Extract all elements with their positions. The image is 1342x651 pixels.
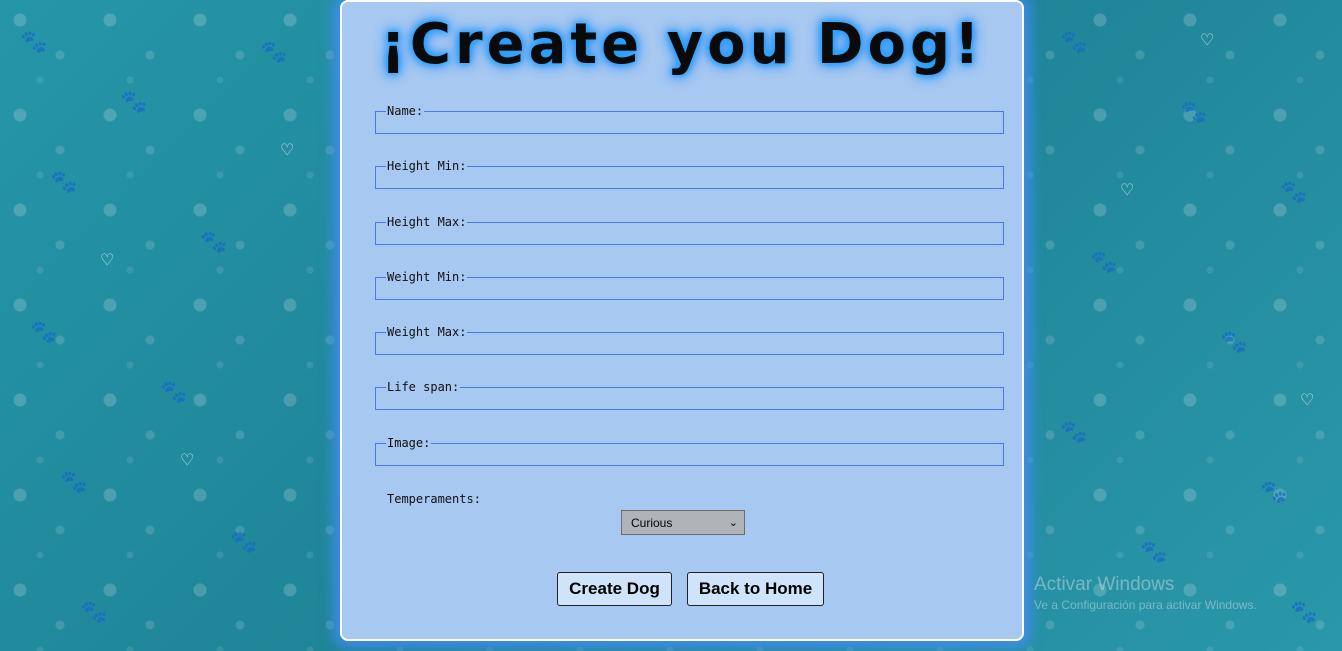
- life-span-field: Life span:: [375, 381, 1004, 410]
- paw-icon: 🐾: [60, 470, 88, 495]
- paw-icon: 🐾: [1260, 480, 1288, 505]
- paw-icon: 🐾: [20, 30, 48, 55]
- paw-icon: 🐾: [1060, 30, 1088, 55]
- height-min-field: Height Min:: [375, 160, 1004, 189]
- name-field: Name:: [375, 105, 1004, 134]
- image-input[interactable]: [376, 445, 1003, 465]
- back-to-home-button[interactable]: Back to Home: [687, 572, 824, 606]
- paw-icon: 🐾: [200, 230, 228, 255]
- paw-icon: 🐾: [50, 170, 78, 195]
- paw-icon: 🐾: [1090, 250, 1118, 275]
- create-dog-panel: ¡Create you Dog! Name: Height Min: Heigh…: [340, 0, 1024, 641]
- heart-icon: ♡: [1120, 180, 1135, 199]
- heart-icon: ♡: [1200, 30, 1215, 49]
- weight-max-input[interactable]: [376, 334, 1003, 354]
- height-max-input[interactable]: [376, 224, 1003, 244]
- paw-icon: 🐾: [1180, 100, 1208, 125]
- temperaments-label: Temperaments:: [387, 492, 481, 506]
- life-span-input[interactable]: [376, 389, 1003, 409]
- paw-icon: 🐾: [80, 600, 108, 625]
- paw-icon: 🐾: [230, 530, 258, 555]
- paw-icon: 🐾: [120, 90, 148, 115]
- windows-activation-watermark: Activar Windows Ve a Configuración para …: [1034, 574, 1257, 612]
- create-dog-button[interactable]: Create Dog: [557, 572, 672, 606]
- heart-icon: ♡: [1300, 390, 1315, 409]
- paw-icon: 🐾: [1140, 540, 1168, 565]
- heart-icon: ♡: [280, 140, 295, 159]
- paw-icon: 🐾: [30, 320, 58, 345]
- page-title: ¡Create you Dog!: [380, 12, 984, 77]
- paw-icon: 🐾: [1220, 330, 1248, 355]
- paw-icon: 🐾: [1060, 420, 1088, 445]
- heart-icon: ♡: [100, 250, 115, 269]
- height-max-field: Height Max:: [375, 216, 1004, 245]
- paw-icon: 🐾: [1280, 180, 1308, 205]
- heart-icon: ♡: [180, 450, 195, 469]
- image-field: Image:: [375, 437, 1004, 466]
- paw-icon: 🐾: [260, 40, 288, 65]
- paw-icon: 🐾: [160, 380, 188, 405]
- chevron-down-icon: ⌄: [728, 516, 738, 529]
- name-input[interactable]: [376, 113, 1003, 133]
- weight-min-field: Weight Min:: [375, 271, 1004, 300]
- weight-min-input[interactable]: [376, 279, 1003, 299]
- paw-icon: 🐾: [1290, 600, 1318, 625]
- height-min-input[interactable]: [376, 168, 1003, 188]
- temperaments-selected-value: Curious: [631, 515, 673, 530]
- watermark-subtitle: Ve a Configuración para activar Windows.: [1034, 598, 1257, 612]
- watermark-title: Activar Windows: [1034, 574, 1175, 595]
- weight-max-field: Weight Max:: [375, 326, 1004, 355]
- temperaments-select[interactable]: Curious ⌄: [621, 510, 745, 535]
